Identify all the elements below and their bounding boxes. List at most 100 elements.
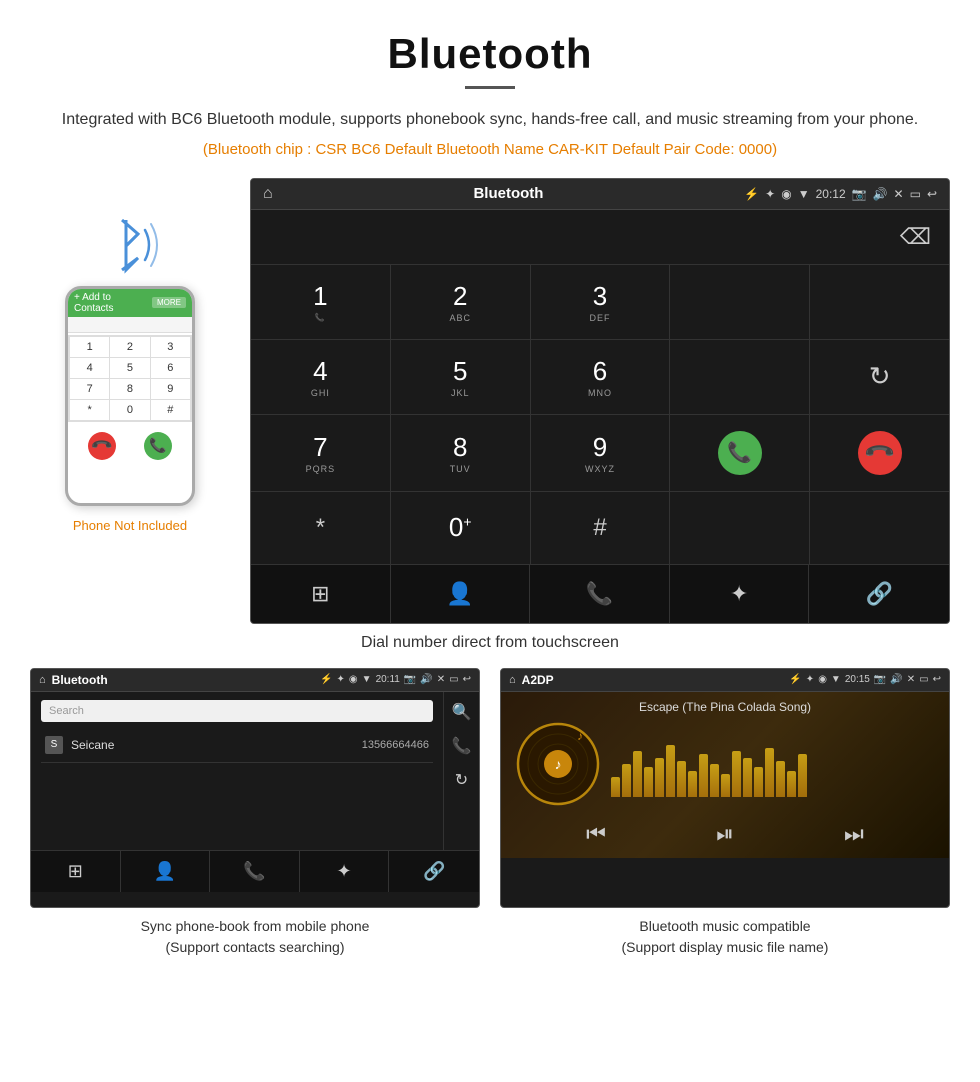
pb-usb-icon: ⚡ <box>320 674 332 685</box>
dial-caption: Dial number direct from touchscreen <box>0 624 980 668</box>
play-pause-btn[interactable]: ⏯ <box>716 821 734 847</box>
bluetooth-status-icon: ✦ <box>765 187 775 201</box>
main-section: + Add to Contacts MORE 1 2 3 4 5 6 7 8 9… <box>0 178 980 624</box>
empty-cell-1 <box>670 265 809 339</box>
search-input[interactable]: Search <box>41 700 433 722</box>
key-1[interactable]: 1 📞 <box>251 265 390 339</box>
pb-vol-icon: 🔊 <box>420 674 432 685</box>
status-icons: ⚡ ✦ ◉ ▼ 20:12 📷 🔊 ✕ ▭ ↩ <box>744 187 937 201</box>
location-icon: ◉ <box>781 187 791 201</box>
wifi-icon: ▼ <box>798 187 810 201</box>
music-screen-area: ⌂ A2DP ⚡ ✦ ◉ ▼ 20:15 📷 🔊 ✕ ▭ ↩ <box>500 668 950 962</box>
mu-scr-icon: ▭ <box>919 674 928 685</box>
key-hash[interactable]: # <box>531 492 670 564</box>
empty-cell-2 <box>810 265 949 339</box>
mu-status-icons: ⚡ ✦ ◉ ▼ 20:15 📷 🔊 ✕ ▭ ↩ <box>789 674 941 685</box>
pb-loc-icon: ◉ <box>349 674 358 685</box>
screen-icon: ▭ <box>910 187 921 201</box>
pb-home-icon: ⌂ <box>39 674 46 686</box>
phone-call-buttons: 📞 📞 <box>68 426 192 466</box>
phonebook-car-screen: ⌂ Bluetooth ⚡ ✦ ◉ ▼ 20:11 📷 🔊 ✕ ▭ ↩ <box>30 668 480 908</box>
contact-initial: S <box>45 736 63 754</box>
phone-area: + Add to Contacts MORE 1 2 3 4 5 6 7 8 9… <box>30 178 230 533</box>
green-call-icon: 📞 <box>718 431 762 475</box>
music-inner: Escape (The Pina Colada Song) ♪ <box>501 692 949 815</box>
music-art-row: ♪ ♪ <box>511 722 939 807</box>
key-3[interactable]: 3 DEF <box>531 265 670 339</box>
empty-cell-4 <box>670 492 809 564</box>
backspace-icon[interactable]: ⌫ <box>900 224 931 250</box>
link-btn[interactable]: 🔗 <box>809 565 949 623</box>
call-side-icon[interactable]: 📞 <box>452 736 472 756</box>
car-dial-screen: ⌂ Bluetooth ⚡ ✦ ◉ ▼ 20:12 📷 🔊 ✕ ▭ ↩ ⌫ <box>250 178 950 624</box>
music-status-bar: ⌂ A2DP ⚡ ✦ ◉ ▼ 20:15 📷 🔊 ✕ ▭ ↩ <box>501 669 949 692</box>
key-star[interactable]: * <box>251 492 390 564</box>
key-0[interactable]: 0+ <box>391 492 530 564</box>
pb-call-btn[interactable]: 📞 <box>210 851 300 892</box>
music-car-screen: ⌂ A2DP ⚡ ✦ ◉ ▼ 20:15 📷 🔊 ✕ ▭ ↩ <box>500 668 950 908</box>
mu-clock: 20:15 <box>845 674 870 685</box>
key-5[interactable]: 5 JKL <box>391 340 530 414</box>
title-divider <box>465 86 515 89</box>
mu-cam-icon: 📷 <box>874 674 886 685</box>
back-icon: ↩ <box>927 187 937 201</box>
pb-dialpad-btn[interactable]: ⊞ <box>31 851 121 892</box>
key-2[interactable]: 2 ABC <box>391 265 530 339</box>
phone-dial-grid: 1 2 3 4 5 6 7 8 9 * 0 # <box>68 335 192 422</box>
vinyl-svg: ♪ ♪ <box>516 722 601 807</box>
pb-clock: 20:11 <box>376 674 400 685</box>
pb-contacts-btn[interactable]: 👤 <box>121 851 211 892</box>
phone-not-included-label: Phone Not Included <box>73 518 187 533</box>
key-4[interactable]: 4 GHI <box>251 340 390 414</box>
empty-cell-3 <box>670 340 809 414</box>
music-visualizer <box>611 732 934 797</box>
refresh-side-icon[interactable]: ↻ <box>455 770 468 790</box>
phone-mockup: + Add to Contacts MORE 1 2 3 4 5 6 7 8 9… <box>65 286 195 506</box>
reload-cell[interactable]: ↻ <box>810 340 949 414</box>
pb-bt-icon: ✦ <box>337 674 345 685</box>
end-call-button[interactable]: 📞 <box>810 415 949 491</box>
search-side-icon[interactable]: 🔍 <box>452 702 472 722</box>
call-button[interactable]: 📞 <box>670 415 809 491</box>
phone-contacts <box>68 317 192 333</box>
page-specs: (Bluetooth chip : CSR BC6 Default Blueto… <box>60 141 920 158</box>
contacts-btn[interactable]: 👤 <box>391 565 531 623</box>
svg-text:♪: ♪ <box>555 756 562 772</box>
phone-top-bar: + Add to Contacts MORE <box>68 289 192 317</box>
mu-screen-title: A2DP <box>522 673 784 687</box>
mu-vol-icon: 🔊 <box>890 674 902 685</box>
bluetooth-btn[interactable]: ✦ <box>670 565 810 623</box>
page-header: Bluetooth Integrated with BC6 Bluetooth … <box>0 0 980 178</box>
side-icons: 🔍 📞 ↻ <box>443 692 479 850</box>
prev-track-btn[interactable]: ⏮ <box>586 821 606 847</box>
music-art: ♪ ♪ <box>516 722 601 807</box>
phonebook-caption: Sync phone-book from mobile phone (Suppo… <box>30 908 480 962</box>
next-track-btn[interactable]: ⏭ <box>844 821 864 847</box>
key-6[interactable]: 6 MNO <box>531 340 670 414</box>
close-icon: ✕ <box>894 187 904 201</box>
contact-name: Seicane <box>71 738 354 752</box>
dialpad-btn[interactable]: ⊞ <box>251 565 391 623</box>
mu-home-icon: ⌂ <box>509 674 516 686</box>
key-9[interactable]: 9 WXYZ <box>531 415 670 491</box>
phonebook-body: Search S Seicane 13566664466 🔍 📞 ↻ <box>31 692 479 850</box>
mu-usb-icon: ⚡ <box>789 674 801 685</box>
pb-bt-btn[interactable]: ✦ <box>300 851 390 892</box>
clock: 20:12 <box>816 187 846 201</box>
dial-bottom-bar: ⊞ 👤 📞 ✦ 🔗 <box>251 564 949 623</box>
pb-x-icon: ✕ <box>437 674 445 685</box>
pb-link-btn[interactable]: 🔗 <box>389 851 479 892</box>
mu-x-icon: ✕ <box>907 674 915 685</box>
key-7[interactable]: 7 PQRS <box>251 415 390 491</box>
red-call-icon: 📞 <box>848 421 910 483</box>
dial-display: ⌫ <box>251 210 949 265</box>
page-description: Integrated with BC6 Bluetooth module, su… <box>60 107 920 133</box>
mu-loc-icon: ◉ <box>818 674 827 685</box>
contact-row: S Seicane 13566664466 <box>41 728 433 763</box>
key-8[interactable]: 8 TUV <box>391 415 530 491</box>
pb-screen-title: Bluetooth <box>52 673 314 687</box>
pb-cam-icon: 📷 <box>404 674 416 685</box>
pb-scr-icon: ▭ <box>449 674 458 685</box>
bottom-section: ⌂ Bluetooth ⚡ ✦ ◉ ▼ 20:11 📷 🔊 ✕ ▭ ↩ <box>0 668 980 962</box>
call-log-btn[interactable]: 📞 <box>530 565 670 623</box>
